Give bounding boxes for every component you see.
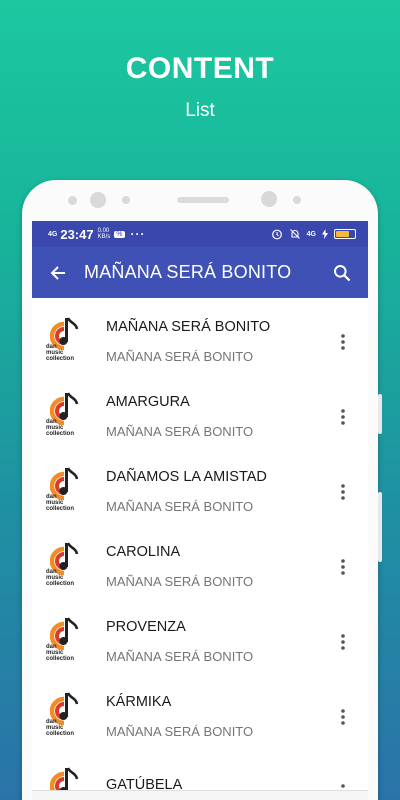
more-vert-icon (341, 558, 345, 575)
song-list-item[interactable]: dan music collection AMARGURA MAÑANA SER… (32, 379, 368, 454)
song-title: KÁRMIKA (106, 694, 172, 710)
status-bar: 4G 23:47 0.00 KB/s % ··· 4G (32, 221, 368, 247)
more-vert-icon (341, 633, 345, 650)
more-vert-icon (341, 408, 345, 425)
album-logo: dan music collection (44, 466, 94, 518)
mute-bell-icon (289, 229, 300, 239)
song-artist: MAÑANA SERÁ BONITO (106, 424, 254, 439)
song-list-item[interactable]: dan music collection CAROLINA MAÑANA SER… (32, 529, 368, 604)
album-logo: dan music collection (44, 316, 94, 368)
app-screen: 4G 23:47 0.00 KB/s % ··· 4G MAÑANA SERÁ … (32, 221, 368, 800)
side-button (378, 394, 382, 434)
song-artist: MAÑANA SERÁ BONITO (106, 724, 254, 739)
logo-text-line: collection (46, 355, 75, 362)
song-artist: MAÑANA SERÁ BONITO (106, 499, 254, 514)
earpiece-speaker (177, 197, 229, 203)
album-logo: dan music collection (44, 691, 94, 743)
search-icon (334, 264, 351, 281)
album-logo: dan music collection (44, 616, 94, 668)
front-camera-2 (261, 191, 277, 207)
front-sensor (68, 196, 77, 205)
alarm-icon (271, 229, 282, 240)
app-toolbar: MAÑANA SERÁ BONITO (32, 247, 368, 298)
song-list-item[interactable]: dan music collection MAÑANA SERÁ BONITO … (32, 304, 368, 379)
net-speed-unit: KB/s (97, 234, 111, 240)
network-indicator: 4G (48, 230, 58, 238)
song-artist: MAÑANA SERÁ BONITO (106, 574, 254, 589)
song-more-button[interactable] (328, 708, 358, 725)
song-more-button[interactable] (328, 633, 358, 650)
logo-text-line: collection (46, 655, 75, 662)
song-text: MAÑANA SERÁ BONITO MAÑANA SERÁ BONITO (106, 319, 328, 364)
front-camera (90, 192, 106, 208)
front-sensor-2 (122, 196, 130, 204)
song-list: dan music collection MAÑANA SERÁ BONITO … (32, 298, 368, 800)
promo-title: CONTENT (125, 52, 275, 85)
logo-text-line: collection (46, 730, 75, 737)
promo-subtitle: List (185, 100, 215, 121)
song-text: DAÑAMOS LA AMISTAD MAÑANA SERÁ BONITO (106, 469, 328, 514)
song-title: CAROLINA (106, 544, 181, 560)
song-list-item[interactable]: dan music collection PROVENZA MAÑANA SER… (32, 604, 368, 679)
song-title: AMARGURA (106, 394, 190, 410)
logo-text-line: collection (46, 430, 75, 437)
more-vert-icon (341, 483, 345, 500)
song-artist: MAÑANA SERÁ BONITO (106, 649, 254, 664)
more-vert-icon (341, 333, 345, 350)
song-more-button[interactable] (328, 408, 358, 425)
song-title: DAÑAMOS LA AMISTAD (106, 469, 267, 485)
back-button[interactable] (32, 264, 84, 282)
toolbar-title: MAÑANA SERÁ BONITO (84, 262, 292, 282)
charging-icon (322, 229, 328, 239)
net-speed: 0.00 KB/s (98, 228, 111, 240)
song-artist: MAÑANA SERÁ BONITO (106, 349, 254, 364)
song-title: MAÑANA SERÁ BONITO (106, 319, 271, 335)
logo-text: dan music collection (46, 494, 74, 512)
song-more-button[interactable] (328, 333, 358, 350)
song-text: AMARGURA MAÑANA SERÁ BONITO (106, 394, 328, 439)
arrow-back-icon (50, 265, 65, 280)
album-logo: dan music collection (44, 541, 94, 593)
song-text: CAROLINA MAÑANA SERÁ BONITO (106, 544, 328, 589)
logo-text: dan music collection (46, 344, 74, 362)
logo-text: dan music collection (46, 719, 74, 737)
search-button[interactable] (316, 264, 368, 282)
song-title: PROVENZA (106, 619, 186, 635)
more-vert-icon (341, 708, 345, 725)
song-list-item[interactable]: dan music collection KÁRMIKA MAÑANA SERÁ… (32, 679, 368, 754)
notification-badge: % (114, 230, 125, 238)
clock: 23:47 (60, 226, 94, 242)
song-list-item[interactable]: dan music collection DAÑAMOS LA AMISTAD … (32, 454, 368, 529)
album-logo: dan music collection (44, 391, 94, 443)
side-button (378, 492, 382, 562)
logo-text-line: collection (46, 580, 75, 587)
song-text: PROVENZA MAÑANA SERÁ BONITO (106, 619, 328, 664)
battery-icon (334, 229, 356, 239)
logo-text: dan music collection (46, 419, 74, 437)
front-sensor-3 (293, 196, 301, 204)
song-more-button[interactable] (328, 483, 358, 500)
logo-text: dan music collection (46, 644, 74, 662)
logo-text-line: collection (46, 505, 75, 512)
song-more-button[interactable] (328, 558, 358, 575)
logo-text: dan music collection (46, 569, 74, 587)
song-text: KÁRMIKA MAÑANA SERÁ BONITO (106, 694, 328, 739)
navigation-bar (32, 790, 368, 800)
signal-indicator: 4G (306, 230, 316, 238)
more-notifications-icon: ··· (130, 227, 146, 241)
